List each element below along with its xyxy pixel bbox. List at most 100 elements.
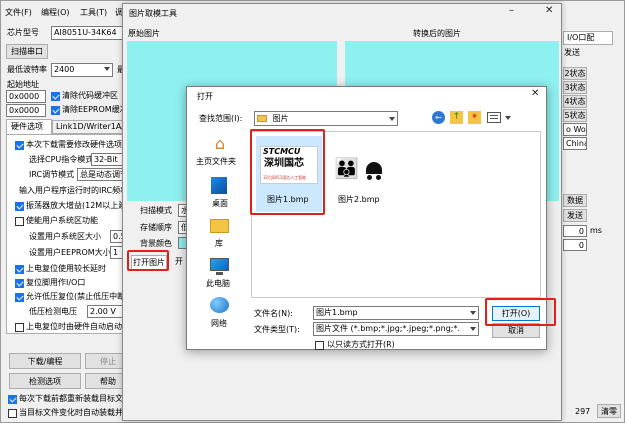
hello-world-field[interactable]: o Worl <box>563 123 587 136</box>
menu-bar: 文件(F) 编程(O) 工具(T) 调 <box>1 6 131 20</box>
place-network-label: 网络 <box>211 319 227 328</box>
filename-value: 图片1.bmp <box>316 308 358 317</box>
power-delay-checkbox[interactable] <box>15 265 24 274</box>
byte-count: 297 <box>575 407 591 416</box>
interval-input[interactable]: 0 <box>563 225 587 237</box>
clear-count-button[interactable]: 清零 <box>597 404 621 418</box>
address-2-value: 0x0000 <box>9 106 40 115</box>
state-4-button[interactable]: 4状态 <box>563 95 587 108</box>
network-icon <box>210 297 229 313</box>
data-button[interactable]: 数据 <box>563 194 587 207</box>
bitmap-minimize-icon[interactable]: – <box>509 5 514 16</box>
auto-reload-checkbox[interactable] <box>8 409 17 418</box>
address-2-input[interactable]: 0x0000 <box>6 104 46 117</box>
chevron-down-icon <box>104 67 110 71</box>
look-in-label: 查找范围(I): <box>199 114 243 123</box>
highlight-file-1 <box>250 129 325 215</box>
file-item-2[interactable]: 👪 图片2.bmp <box>328 136 394 212</box>
user-area-checkbox[interactable] <box>15 217 24 226</box>
chip-value: AI8051U-34K64 <box>54 28 117 37</box>
modify-options-checkbox[interactable] <box>15 141 24 150</box>
filetype-label: 文件类型(T): <box>254 325 300 334</box>
user-area-label: 使能用户系统区功能 <box>26 216 98 225</box>
back-icon[interactable]: ← <box>432 111 445 124</box>
filename-input[interactable]: 图片1.bmp <box>313 306 479 320</box>
reset-pin-checkbox[interactable] <box>15 279 24 288</box>
power-erase-checkbox[interactable] <box>15 323 24 332</box>
computer-stand <box>216 272 223 275</box>
hello-world-value: o Worl <box>566 125 586 134</box>
osc-gain-label: 振荡器放大增益(12M以上建 <box>26 201 127 210</box>
chip-label: 芯片型号 <box>7 28 39 37</box>
power-delay-label: 上电复位使用较长延时 <box>26 264 106 273</box>
baud-select[interactable]: 2400 <box>51 63 113 77</box>
lvd-reset-checkbox[interactable] <box>15 293 24 302</box>
place-home-label: 主页文件夹 <box>196 157 236 166</box>
stroller-icon <box>366 162 382 174</box>
place-computer[interactable]: 此电脑 <box>195 257 245 295</box>
desktop-icon <box>211 177 227 194</box>
count-value: 0 <box>578 241 584 250</box>
tab-hardware-options[interactable]: 硬件选项 <box>6 119 52 134</box>
send-button[interactable]: 发送 <box>563 209 587 222</box>
menu-program[interactable]: 编程(O) <box>41 7 70 19</box>
dialog-close-icon[interactable]: ✕ <box>531 88 539 99</box>
view-menu-icon[interactable] <box>487 112 501 123</box>
new-folder-icon[interactable]: ✶ <box>468 111 481 124</box>
reload-each-checkbox[interactable] <box>8 395 17 404</box>
up-folder-icon[interactable]: ↑ <box>450 111 463 124</box>
power-erase-label: 上电复位时由硬件自动启动 <box>26 322 122 331</box>
menu-tools[interactable]: 工具(T) <box>80 7 107 19</box>
place-home[interactable]: ⌂ 主页文件夹 <box>195 135 245 173</box>
china-field[interactable]: China <box>563 137 587 150</box>
place-library[interactable]: 库 <box>195 217 245 255</box>
stroller-wheel-1 <box>367 175 372 180</box>
readonly-checkbox[interactable] <box>315 341 324 350</box>
address-1-value: 0x0000 <box>9 92 40 101</box>
modify-options-label: 本次下载需要修改硬件选项 <box>26 140 122 149</box>
filetype-select[interactable]: 图片文件 (*.bmp;*.jpg;*.jpeg;*.png;*. <box>313 322 479 336</box>
stroller-wheel-2 <box>376 175 381 180</box>
scan-port-button[interactable]: 扫描串口 <box>6 44 48 59</box>
clear-eeprom-checkbox[interactable] <box>51 106 60 115</box>
chevron-down-icon <box>470 327 476 331</box>
address-1-input[interactable]: 0x0000 <box>6 90 46 103</box>
chip-select[interactable]: AI8051U-34K64 <box>51 26 129 40</box>
computer-icon <box>210 258 229 271</box>
bg-color-label: 背景颜色 <box>140 239 172 248</box>
state-5-button[interactable]: 5状态 <box>563 109 587 122</box>
irc-mode-value: 总是动态调节 <box>80 170 128 179</box>
menu-file[interactable]: 文件(F) <box>5 7 32 19</box>
check-options-button[interactable]: 检测选项 <box>9 373 81 389</box>
lvd-voltage-label: 低压检测电压 <box>29 307 77 316</box>
highlight-open-image <box>127 250 169 271</box>
chevron-down-icon[interactable] <box>505 116 511 120</box>
lvd-voltage-select[interactable]: 2.00 V <box>87 305 125 318</box>
eeprom-size-label: 设置用户EEPROM大小 <box>29 248 111 257</box>
place-desktop-label: 桌面 <box>212 199 228 208</box>
osc-gain-checkbox[interactable] <box>15 202 24 211</box>
readonly-label: 以只读方式打开(R) <box>327 340 395 349</box>
scan-mode-label: 扫描模式 <box>140 206 172 215</box>
clear-code-checkbox[interactable] <box>51 92 60 101</box>
right-tab[interactable]: I/O口配 <box>563 31 613 45</box>
places-sidebar: ⌂ 主页文件夹 桌面 库 此电脑 网络 <box>195 133 245 333</box>
look-in-select[interactable]: 图片 <box>254 111 398 126</box>
state-2-button[interactable]: 2状态 <box>563 67 587 80</box>
state-3-button[interactable]: 3状态 <box>563 81 587 94</box>
eeprom-size-value: 1 <box>113 248 119 257</box>
place-desktop[interactable]: 桌面 <box>195 177 245 215</box>
place-network[interactable]: 网络 <box>195 297 245 335</box>
star-icon: ⌂ <box>214 134 226 153</box>
download-program-button[interactable]: 下载/编程 <box>9 353 81 369</box>
clear-code-label: 清除代码缓冲区 <box>62 91 118 100</box>
china-value: China <box>566 139 587 148</box>
lvd-voltage-value: 2.00 V <box>90 307 116 316</box>
reset-pin-label: 复位脚用作I/O口 <box>26 278 86 287</box>
irc-mode-label: IRC调节模式 <box>29 170 75 179</box>
tab-link1d[interactable]: Link1D/Writer1A/U8 <box>52 120 135 134</box>
bitmap-close-icon[interactable]: ✕ <box>545 5 553 16</box>
user-area-size-label: 设置用户系统区大小 <box>29 232 101 241</box>
count-input[interactable]: 0 <box>563 239 587 251</box>
baud-label: 最低波特率 <box>7 65 47 74</box>
